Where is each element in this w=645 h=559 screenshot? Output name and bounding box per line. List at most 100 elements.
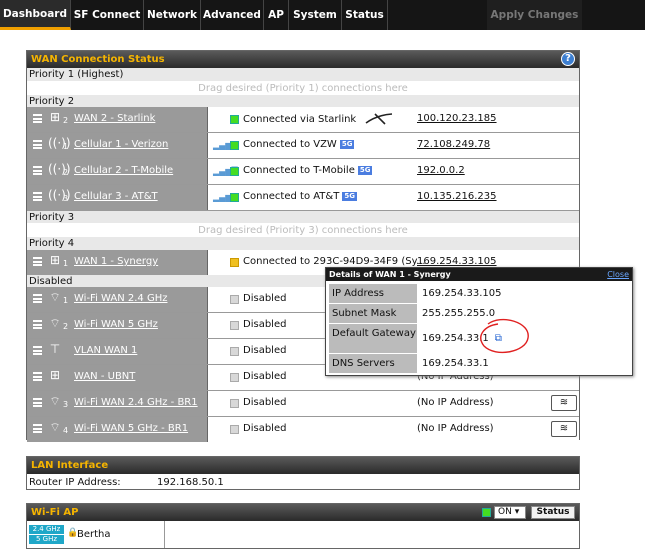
conn-status: Disabled: [243, 423, 287, 434]
wifi-scan-button[interactable]: ≋: [551, 395, 577, 411]
wan-row-wifi-24-br1[interactable]: ⌔ 3 Wi-Fi WAN 2.4 GHz - BR1 Disabled (No…: [27, 391, 579, 416]
conn-status: Connected to AT&T: [243, 191, 340, 202]
drag-handle-icon[interactable]: [33, 372, 42, 381]
router-ip-value: 192.168.50.1: [157, 477, 224, 488]
lan-panel-title: LAN Interface: [31, 460, 109, 471]
conn-name-vlan[interactable]: VLAN WAN 1: [74, 345, 137, 356]
starlink-logo-icon: [365, 113, 393, 125]
band-24-badge: 2.4 GHz: [29, 525, 64, 534]
tab-status[interactable]: Status: [342, 0, 388, 30]
conn-num: 2: [63, 116, 69, 125]
conn-status: Connected to 293C-94D9-34F9 (Sy...: [243, 256, 426, 267]
popup-title: Details of WAN 1 - Synergy: [329, 270, 451, 279]
priority-1-label: Priority 1 (Highest): [27, 68, 579, 81]
drag-handle-icon[interactable]: [33, 424, 42, 433]
popup-close-link[interactable]: Close: [607, 268, 629, 281]
on-value: ON: [498, 507, 512, 517]
wifi-ap-header: Wi-Fi AP ON ▾ Status: [27, 504, 579, 521]
status-led: [230, 373, 239, 382]
wifi-icon: ≋: [559, 423, 569, 434]
tab-network[interactable]: Network: [144, 0, 201, 30]
conn-status: Connected to T-Mobile: [243, 165, 355, 176]
tab-ap[interactable]: AP: [264, 0, 289, 30]
ap-ssid-cell: 2.4 GHz 5 GHz 🔒 Bertha: [27, 521, 165, 548]
signal-bars-icon: ▂▄▆: [213, 141, 232, 150]
wifi-ap-title: Wi-Fi AP: [31, 507, 79, 518]
conn-num: 1: [63, 142, 69, 151]
conn-name-cellular-2[interactable]: Cellular 2 - T-Mobile: [74, 165, 173, 176]
tab-advanced[interactable]: Advanced: [201, 0, 264, 30]
router-ip-label: Router IP Address:: [29, 477, 121, 488]
wifi-ap-on-select[interactable]: ON ▾: [494, 506, 526, 519]
network-icon: ⊞: [49, 368, 61, 382]
conn-ip[interactable]: 192.0.0.2: [417, 165, 465, 176]
apply-changes-button[interactable]: Apply Changes: [487, 0, 582, 30]
conn-status: Disabled: [243, 397, 287, 408]
conn-name-wifi-5[interactable]: Wi-Fi WAN 5 GHz: [74, 319, 158, 330]
conn-ip: (No IP Address): [417, 423, 494, 434]
tab-sf-connect[interactable]: SF Connect: [71, 0, 144, 30]
conn-num: 3: [63, 194, 69, 203]
wifi-scan-button[interactable]: ≋: [551, 421, 577, 437]
wifi-ap-status-button[interactable]: Status: [531, 506, 575, 519]
ssid-name[interactable]: Bertha: [77, 529, 111, 540]
conn-name-ubnt[interactable]: WAN - UBNT: [74, 371, 135, 382]
conn-name-wifi-24-br1[interactable]: Wi-Fi WAN 2.4 GHz - BR1: [74, 397, 198, 408]
conn-ip[interactable]: 100.120.23.185: [417, 113, 497, 124]
conn-name-wifi-5-br1[interactable]: Wi-Fi WAN 5 GHz - BR1: [74, 423, 188, 434]
red-circle-annotation: [480, 319, 529, 354]
priority-4-label: Priority 4: [27, 237, 579, 250]
conn-num: 3: [63, 400, 69, 409]
drag-handle-icon[interactable]: [33, 257, 42, 266]
conn-ip[interactable]: 169.254.33.105: [417, 256, 497, 267]
conn-name-synergy[interactable]: WAN 1 - Synergy: [74, 256, 158, 267]
conn-ip[interactable]: 72.108.249.78: [417, 139, 490, 150]
popup-header: Details of WAN 1 - Synergy Close: [326, 268, 632, 281]
conn-status: Connected to VZW: [243, 139, 337, 150]
wifi-ap-panel: Wi-Fi AP ON ▾ Status 2.4 GHz 5 GHz 🔒 Ber…: [26, 503, 580, 549]
status-led: [230, 167, 239, 176]
signal-bars-icon: ▂▄▆█: [213, 167, 238, 176]
drag-handle-icon[interactable]: [33, 192, 42, 201]
wan-row-cellular-1[interactable]: ((·)) 1 Cellular 1 - Verizon ▂▄▆ Connect…: [27, 133, 579, 158]
network-icon: ⊞: [49, 110, 61, 124]
drag-handle-icon[interactable]: [33, 320, 42, 329]
cellular-icon: ((·)): [48, 136, 71, 150]
wan-row-wifi-5-br1[interactable]: ⌔ 4 Wi-Fi WAN 5 GHz - BR1 Disabled (No I…: [27, 417, 579, 442]
drag-handle-icon[interactable]: [33, 346, 42, 355]
conn-num: 1: [63, 296, 69, 305]
popup-key: Default Gateway: [329, 324, 417, 354]
cellular-icon: ((·)): [48, 162, 71, 176]
conn-name-starlink[interactable]: WAN 2 - Starlink: [74, 113, 155, 124]
conn-name-cellular-1[interactable]: Cellular 1 - Verizon: [74, 139, 168, 150]
drag-handle-icon[interactable]: [33, 294, 42, 303]
status-led: [230, 141, 239, 150]
priority-3-dropzone[interactable]: Drag desired (Priority 3) connections he…: [27, 223, 579, 238]
drag-handle-icon[interactable]: [33, 140, 42, 149]
conn-ip[interactable]: 10.135.216.235: [417, 191, 497, 202]
drag-handle-icon[interactable]: [33, 114, 42, 123]
wan-connection-panel: WAN Connection Status ? Priority 1 (High…: [26, 50, 580, 442]
tab-dashboard[interactable]: Dashboard: [0, 0, 71, 30]
wan-row-cellular-3[interactable]: ((·)) 3 Cellular 3 - AT&T ▂▄▆ Connected …: [27, 185, 579, 210]
lan-interface-panel: LAN Interface Router IP Address: 192.168…: [26, 456, 580, 490]
help-icon[interactable]: ?: [561, 52, 575, 66]
wan-row-starlink[interactable]: ⊞ 2 WAN 2 - Starlink Connected via Starl…: [27, 107, 579, 132]
wifi-icon: ⌔: [49, 420, 61, 434]
drag-handle-icon[interactable]: [33, 166, 42, 175]
conn-status: Disabled: [243, 371, 287, 382]
conn-num: 1: [63, 259, 69, 268]
conn-name-wifi-24[interactable]: Wi-Fi WAN 2.4 GHz: [74, 293, 167, 304]
conn-status: Disabled: [243, 293, 287, 304]
wan-row-cellular-2[interactable]: ((·)) 2 Cellular 2 - T-Mobile ▂▄▆█ Conne…: [27, 159, 579, 184]
priority-1-dropzone[interactable]: Drag desired (Priority 1) connections he…: [27, 81, 579, 96]
wan-panel-title: WAN Connection Status: [31, 54, 165, 65]
drag-handle-icon[interactable]: [33, 398, 42, 407]
popup-key: IP Address: [329, 284, 417, 304]
conn-num: 2: [63, 168, 69, 177]
conn-name-cellular-3[interactable]: Cellular 3 - AT&T: [74, 191, 158, 202]
5g-badge: 5G: [339, 139, 355, 149]
conn-status: Connected via Starlink: [243, 114, 357, 125]
status-led: [230, 399, 239, 408]
tab-system[interactable]: System: [289, 0, 342, 30]
